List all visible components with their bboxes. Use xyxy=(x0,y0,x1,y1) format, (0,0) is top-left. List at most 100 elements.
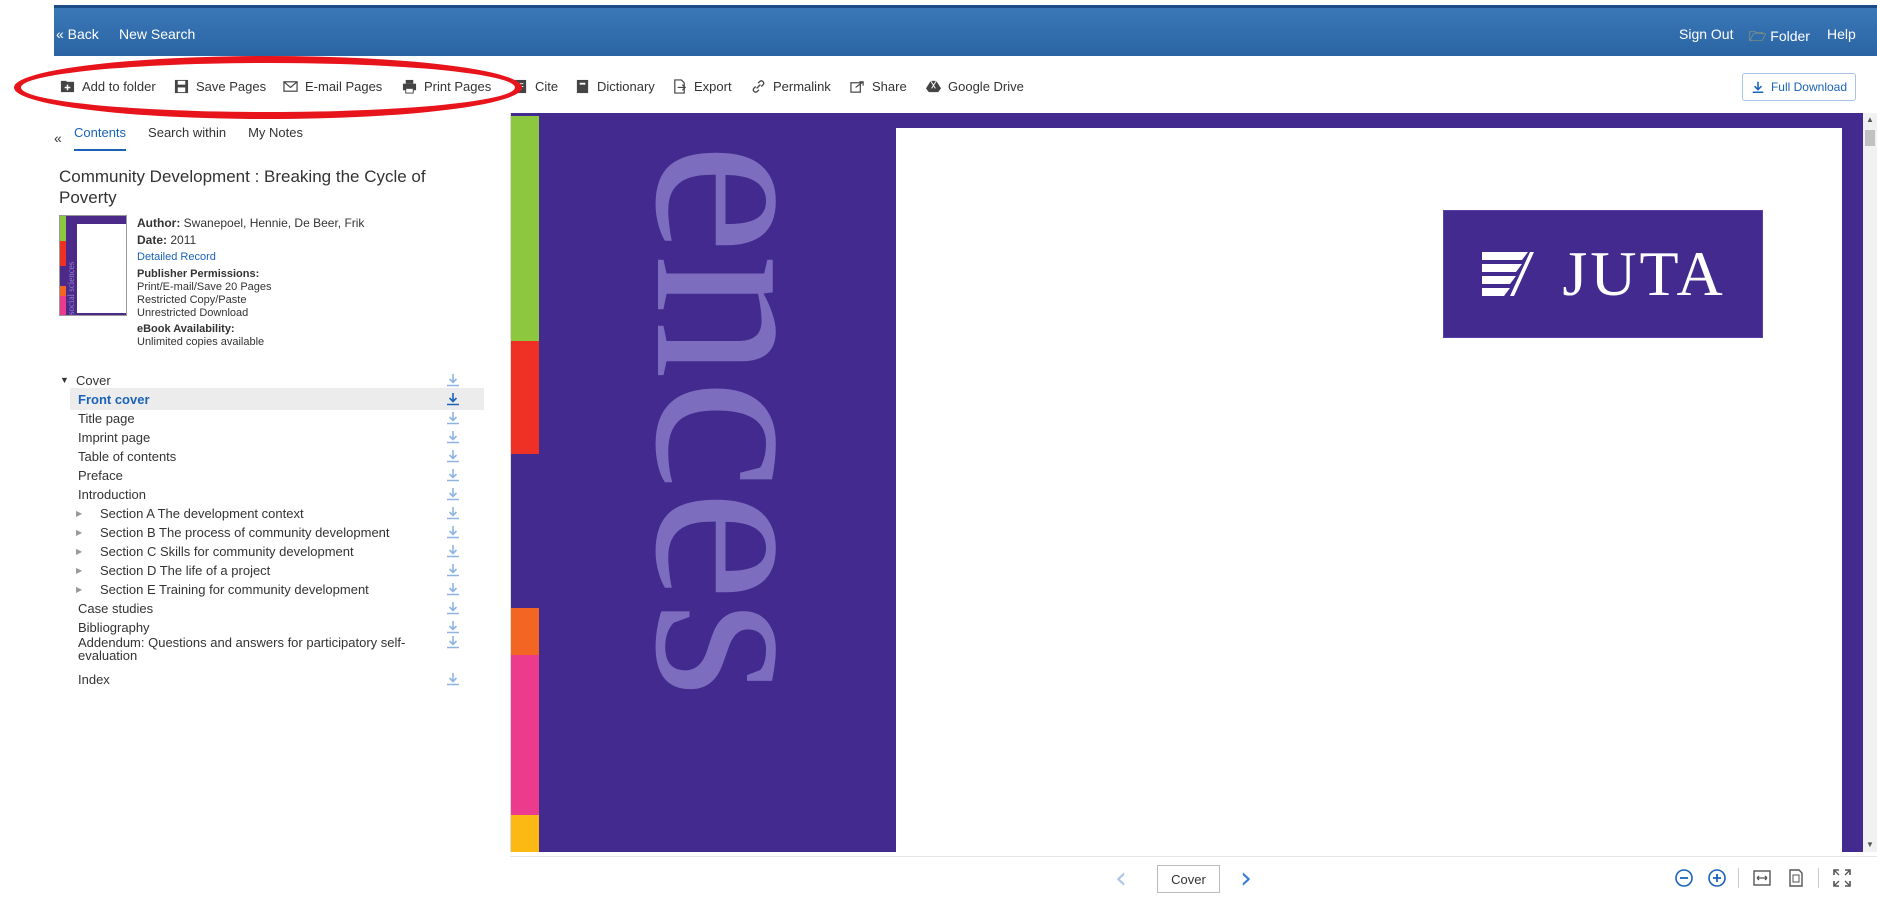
sign-out-link[interactable]: Sign Out xyxy=(1679,26,1733,42)
zoom-in-icon[interactable] xyxy=(1707,868,1727,888)
toc-item[interactable]: Index xyxy=(70,668,484,690)
download-section-icon[interactable] xyxy=(446,468,460,482)
caret-right-icon[interactable]: ▶ xyxy=(76,566,82,575)
scrollbar-thumb[interactable] xyxy=(1865,130,1875,146)
folder-icon: 🗁 xyxy=(1749,28,1767,44)
toc-item-label: Section E Training for community develop… xyxy=(100,581,369,597)
previous-page-button[interactable]: ‹ xyxy=(1115,861,1127,896)
full-download-button[interactable]: Full Download xyxy=(1742,73,1856,101)
dictionary-button[interactable]: Dictionary xyxy=(575,72,655,100)
current-page-indicator[interactable]: Cover xyxy=(1157,865,1220,893)
fit-page-icon[interactable] xyxy=(1786,868,1806,888)
book-cover-page: ences JUTA xyxy=(511,113,1865,852)
chevron-right-icon: › xyxy=(1240,861,1252,896)
toc-item-label: Case studies xyxy=(78,600,154,616)
cover-strip-yellow xyxy=(511,815,539,852)
toc-item-label: Section B The process of community devel… xyxy=(100,524,390,540)
collapse-sidebar-button[interactable]: « xyxy=(54,130,62,146)
email-pages-button[interactable]: E-mail Pages xyxy=(283,72,382,100)
new-search-link[interactable]: New Search xyxy=(119,26,195,42)
download-section-icon[interactable] xyxy=(446,411,460,425)
tab-my-notes[interactable]: My Notes xyxy=(248,125,303,151)
toc-item[interactable]: Addendum: Questions and answers for part… xyxy=(70,635,484,662)
download-section-icon[interactable] xyxy=(446,525,460,539)
tab-search-within[interactable]: Search within xyxy=(148,125,226,151)
export-icon xyxy=(674,78,686,94)
tab-contents[interactable]: Contents xyxy=(74,125,127,151)
cover-vertical-word: ences xyxy=(603,143,851,699)
permission-download: Unrestricted Download xyxy=(137,307,249,319)
sidebar-tabs: Contents Search within My Notes xyxy=(74,125,303,151)
download-section-icon[interactable] xyxy=(446,672,460,686)
toc-item-label: Bibliography xyxy=(78,619,150,635)
availability-value: Unlimited copies available xyxy=(137,336,265,348)
print-pages-button[interactable]: Print Pages xyxy=(402,72,491,100)
cover-strip-green xyxy=(511,116,539,341)
permission-print: Print/E-mail/Save 20 Pages xyxy=(137,281,272,293)
folder-link[interactable]: 🗁 Folder xyxy=(1749,26,1810,50)
download-section-icon[interactable] xyxy=(446,601,460,615)
download-section-icon[interactable] xyxy=(446,544,460,558)
download-section-icon[interactable] xyxy=(446,506,460,520)
toc-item-label: Front cover xyxy=(78,391,150,407)
zoom-out-icon[interactable] xyxy=(1674,868,1694,888)
toc-item-label: Addendum: Questions and answers for part… xyxy=(78,635,406,663)
google-drive-icon xyxy=(926,80,941,92)
permalink-button[interactable]: Permalink xyxy=(751,72,831,100)
printer-icon xyxy=(402,79,417,94)
caret-right-icon[interactable]: ▶ xyxy=(76,509,82,518)
toc-item-label: Preface xyxy=(78,467,123,483)
help-link[interactable]: Help xyxy=(1827,26,1856,42)
download-section-icon[interactable] xyxy=(446,449,460,463)
back-link[interactable]: « Back xyxy=(56,26,99,42)
sidebar: « Contents Search within My Notes Commun… xyxy=(54,116,510,898)
detailed-record-link[interactable]: Detailed Record xyxy=(137,250,507,265)
export-button[interactable]: Export xyxy=(672,72,732,100)
toc-item-label: Cover xyxy=(76,372,111,388)
cover-strip-pink xyxy=(511,655,539,815)
save-pages-button[interactable]: Save Pages xyxy=(174,72,266,100)
toolbar: Add to folder Save Pages E-mail Pages Pr… xyxy=(54,72,1877,100)
download-section-icon[interactable] xyxy=(446,563,460,577)
link-icon xyxy=(752,79,765,93)
download-section-icon[interactable] xyxy=(446,620,460,634)
cite-icon xyxy=(514,79,527,93)
caret-right-icon[interactable]: ▶ xyxy=(76,547,82,556)
google-drive-button[interactable]: Google Drive xyxy=(926,72,1024,100)
floppy-disk-icon xyxy=(174,79,189,93)
chevron-left-icon: ‹ xyxy=(1115,861,1127,896)
juta-logo: JUTA xyxy=(1443,210,1763,338)
cite-button[interactable]: Cite xyxy=(513,72,558,100)
toc-item-label: Title page xyxy=(78,410,135,426)
next-page-button[interactable]: › xyxy=(1240,861,1252,896)
caret-down-icon[interactable]: ▼ xyxy=(60,375,69,385)
add-to-folder-button[interactable]: Add to folder xyxy=(60,72,156,100)
book-cover-thumbnail[interactable]: social sciences xyxy=(59,215,127,316)
viewer-bottom-bar: ‹ Cover › xyxy=(510,856,1877,898)
book-metadata: Author: Swanepoel, Hennie, De Beer, Frik… xyxy=(137,216,507,349)
availability-label: eBook Availability: xyxy=(137,323,235,335)
download-section-icon[interactable] xyxy=(446,487,460,501)
add-folder-icon xyxy=(60,80,75,92)
fit-width-icon[interactable] xyxy=(1752,868,1772,888)
download-section-icon[interactable] xyxy=(446,635,460,649)
envelope-icon xyxy=(283,80,298,92)
cover-strip-orange xyxy=(511,608,539,655)
toc-item-label: Section C Skills for community developme… xyxy=(100,543,354,559)
caret-right-icon[interactable]: ▶ xyxy=(76,528,82,537)
share-button[interactable]: Share xyxy=(850,72,907,100)
toc-item-label: Imprint page xyxy=(78,429,151,445)
permissions-label: Publisher Permissions: xyxy=(137,268,260,280)
download-section-icon[interactable] xyxy=(446,373,460,387)
download-section-icon[interactable] xyxy=(446,392,460,406)
toc-item-label: Index xyxy=(78,671,110,687)
fullscreen-icon[interactable] xyxy=(1832,868,1852,888)
caret-right-icon[interactable]: ▶ xyxy=(76,585,82,594)
viewer-scrollbar[interactable]: ▲ ▼ xyxy=(1863,113,1877,852)
author-value: Swanepoel, Hennie, De Beer, Frik xyxy=(183,216,365,230)
page-viewer[interactable]: ences JUTA xyxy=(510,113,1865,852)
toc-item-label: Introduction xyxy=(78,486,146,502)
thumbnail-cover-text: social sciences xyxy=(66,261,76,315)
download-section-icon[interactable] xyxy=(446,430,460,444)
download-section-icon[interactable] xyxy=(446,582,460,596)
